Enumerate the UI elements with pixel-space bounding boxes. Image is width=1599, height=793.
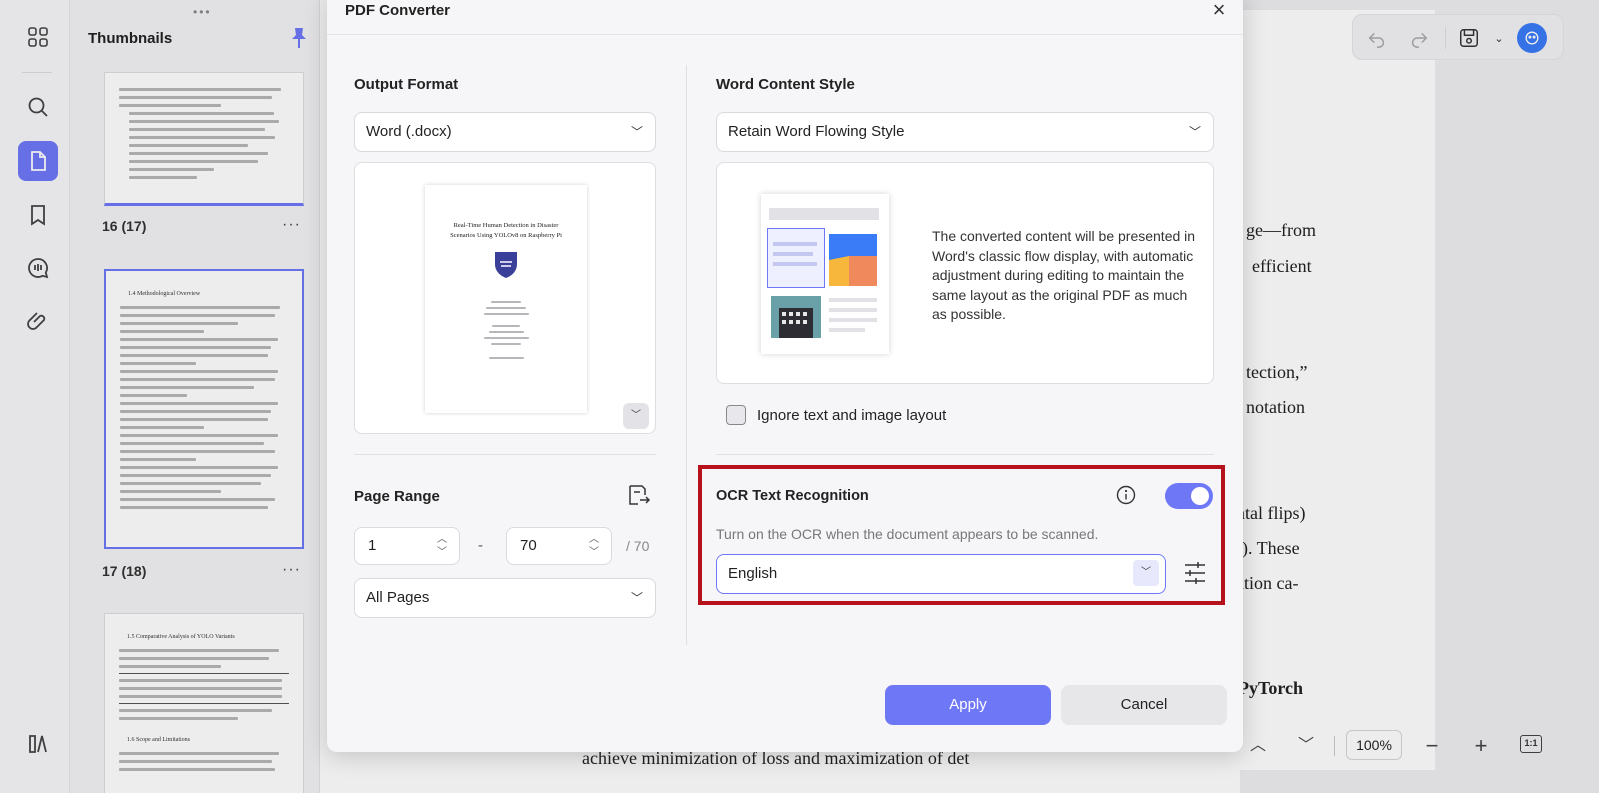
word-style-value: Retain Word Flowing Style <box>728 123 905 140</box>
output-format-value: Word (.docx) <box>366 123 452 140</box>
pdf-converter-dialog: PDF Converter × Output Format Word (.doc… <box>327 0 1243 752</box>
section-divider <box>716 454 1214 455</box>
settings-sliders-icon[interactable] <box>1184 560 1206 586</box>
column-divider <box>686 65 687 645</box>
section-divider <box>354 454 656 455</box>
university-seal-icon <box>492 249 520 279</box>
chevron-down-icon: ﹀ <box>1133 560 1159 586</box>
chevron-down-icon: ﹀ <box>630 591 643 605</box>
building-photo-icon <box>771 296 821 338</box>
dialog-header-divider <box>327 34 1243 35</box>
stepper-arrows-icon[interactable]: ︿ ﹀ <box>589 533 599 559</box>
ignore-layout-checkbox[interactable] <box>726 405 746 425</box>
close-icon[interactable]: × <box>1209 0 1229 21</box>
word-style-title: Word Content Style <box>716 76 855 93</box>
word-style-select[interactable]: Retain Word Flowing Style ﹀ <box>716 112 1214 152</box>
word-style-description: The converted content will be presented … <box>932 228 1196 322</box>
ignore-layout-label: Ignore text and image layout <box>757 407 947 424</box>
page-from-input[interactable]: 1 ︿ ﹀ <box>354 527 460 565</box>
layout-illustration <box>761 194 889 354</box>
output-format-select[interactable]: Word (.docx) ﹀ <box>354 112 656 152</box>
chevron-down-icon: ﹀ <box>1188 125 1201 139</box>
page-total: / 70 <box>626 538 650 554</box>
stepper-arrows-icon[interactable]: ︿ ﹀ <box>437 533 447 559</box>
ocr-title: OCR Text Recognition <box>716 488 869 504</box>
page-scope-value: All Pages <box>366 589 430 606</box>
page-scope-select[interactable]: All Pages ﹀ <box>354 578 656 618</box>
page-to-input[interactable]: 70 ︿ ﹀ <box>506 527 612 565</box>
preview-page: Real-Time Human Detection in Disaster Sc… <box>425 185 587 413</box>
expand-preview-button[interactable]: ﹀ <box>623 403 649 429</box>
document-preview: Real-Time Human Detection in Disaster Sc… <box>354 162 656 434</box>
cancel-button[interactable]: Cancel <box>1061 685 1227 725</box>
ocr-language-select[interactable]: English ﹀ <box>716 554 1166 594</box>
word-style-preview: The converted content will be presented … <box>716 162 1214 384</box>
preview-title: Real-Time Human Detection in Disaster Sc… <box>450 222 562 239</box>
output-format-title: Output Format <box>354 76 459 93</box>
chevron-down-icon: ﹀ <box>630 125 643 139</box>
dialog-title: PDF Converter <box>345 2 451 19</box>
info-icon[interactable] <box>1116 485 1136 505</box>
ocr-toggle[interactable] <box>1165 483 1213 509</box>
apply-button[interactable]: Apply <box>885 685 1051 725</box>
ocr-hint: Turn on the OCR when the document appear… <box>716 526 1099 542</box>
ocr-language-value: English <box>728 565 778 582</box>
page-range-title: Page Range <box>354 488 440 505</box>
range-dash: - <box>478 537 483 554</box>
chart-thumbnail-icon <box>829 234 877 286</box>
page-range-edit-icon[interactable] <box>626 482 652 508</box>
